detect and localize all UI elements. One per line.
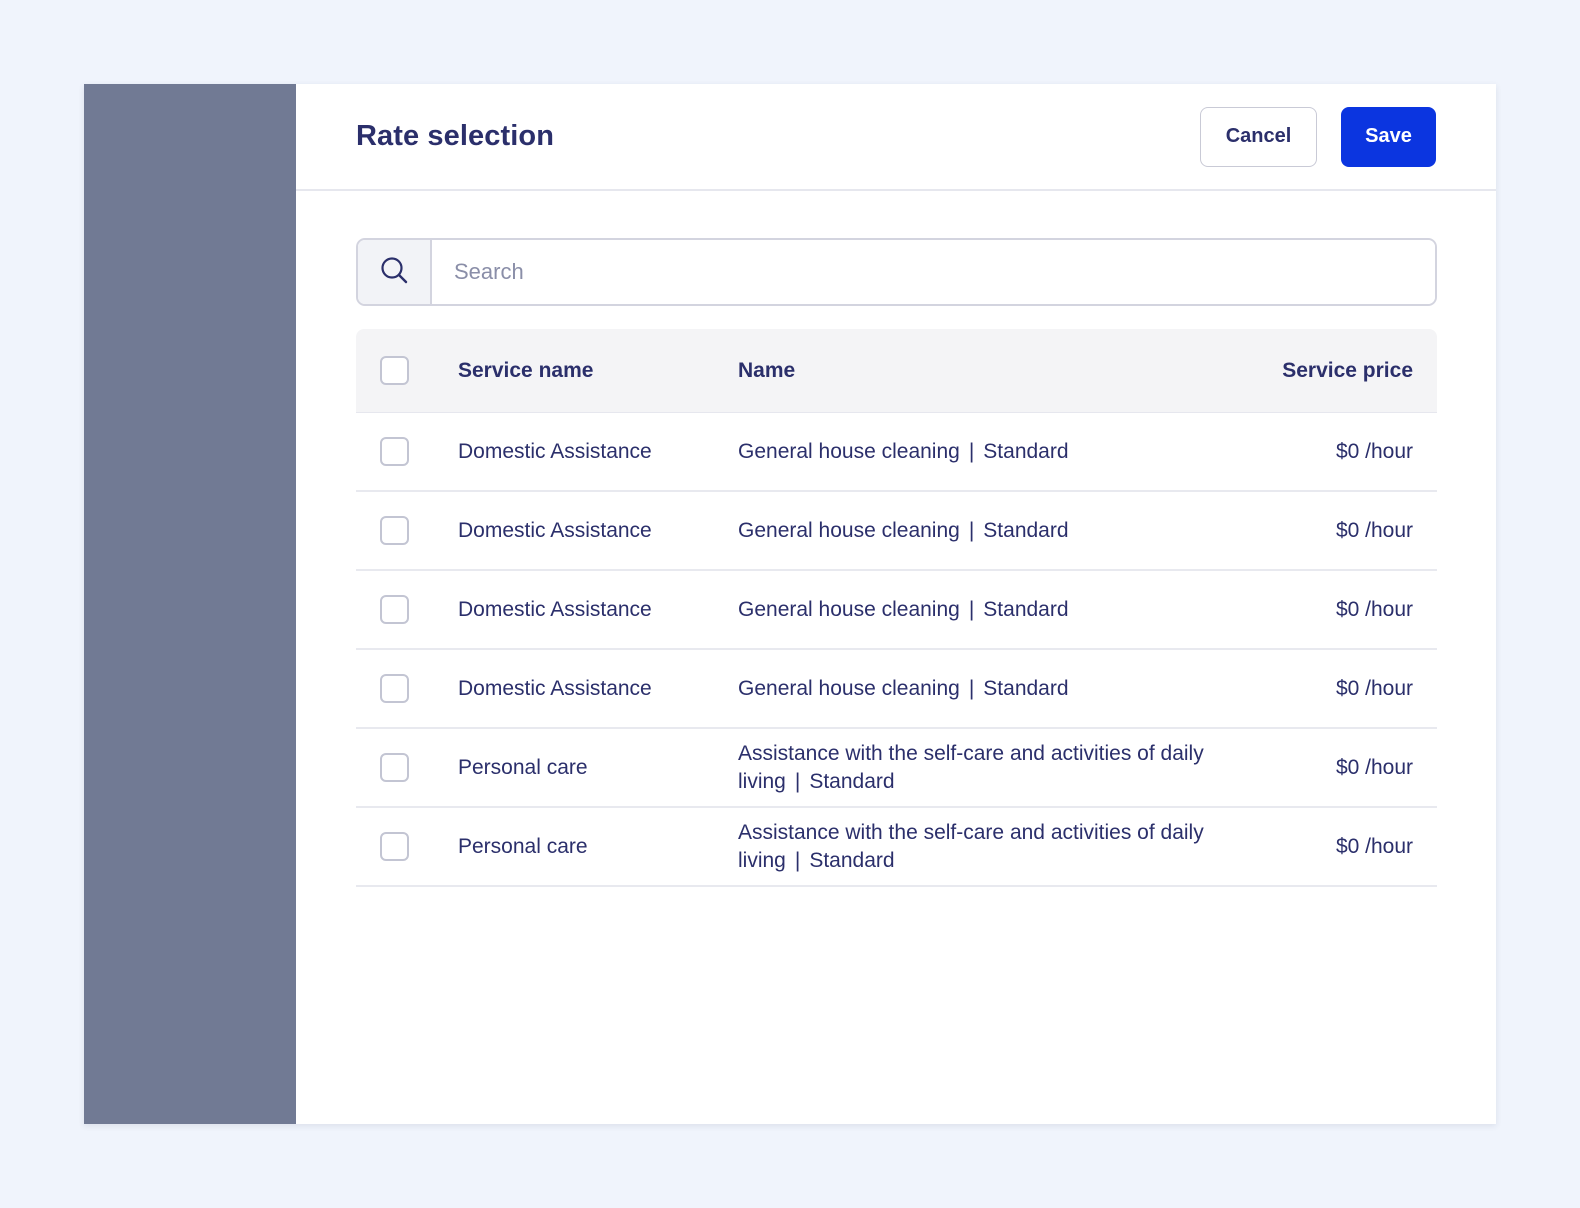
search-icon-box <box>358 240 432 304</box>
name-cell: General house cleaning | Standard <box>738 596 1237 624</box>
save-button[interactable]: Save <box>1341 106 1436 167</box>
name-cell: General house cleaning | Standard <box>738 675 1237 703</box>
service-price-cell: $0 /hour <box>1335 834 1413 858</box>
panel-content: Service name Name Service price Domestic… <box>296 191 1496 887</box>
row-checkbox[interactable] <box>380 674 409 703</box>
modal-frame: Rate selection Cancel Save Search Servic… <box>84 84 1496 1124</box>
name-cell: General house cleaning | Standard <box>738 517 1237 545</box>
column-header-service-price[interactable]: Service price <box>1237 359 1437 383</box>
row-check-cell <box>356 832 458 861</box>
rate-name: Assistance with the self-care and activi… <box>738 820 1204 872</box>
service-price-cell: $0 /hour <box>1335 597 1413 621</box>
service-name-cell: Domestic Assistance <box>458 518 652 542</box>
row-checkbox[interactable] <box>380 753 409 782</box>
search-bar <box>356 238 1437 306</box>
rate-tier: Standard <box>983 676 1069 700</box>
rate-name: General house cleaning <box>738 676 960 700</box>
rate-tier: Standard <box>809 848 895 872</box>
service-name-cell: Domestic Assistance <box>458 597 652 621</box>
row-checkbox[interactable] <box>380 595 409 624</box>
table-header: Service name Name Service price <box>356 329 1437 413</box>
separator: | <box>794 769 801 793</box>
table-body: Domestic Assistance General house cleanin… <box>356 413 1437 887</box>
row-checkbox[interactable] <box>380 516 409 545</box>
table-row[interactable]: Domestic Assistance General house cleanin… <box>356 413 1437 492</box>
row-check-cell <box>356 674 458 703</box>
separator: | <box>968 439 975 463</box>
rate-name: General house cleaning <box>738 518 960 542</box>
service-name-cell: Domestic Assistance <box>458 676 652 700</box>
service-price-cell: $0 /hour <box>1335 439 1413 463</box>
rate-selection-panel: Rate selection Cancel Save Search Servic… <box>296 84 1496 1124</box>
separator: | <box>968 676 975 700</box>
service-price-cell: $0 /hour <box>1335 676 1413 700</box>
row-checkbox[interactable] <box>380 437 409 466</box>
name-cell: General house cleaning | Standard <box>738 438 1237 466</box>
rate-tier: Standard <box>983 439 1069 463</box>
sidebar-backdrop <box>84 84 296 1124</box>
rate-name: General house cleaning <box>738 597 960 621</box>
panel-header: Rate selection Cancel Save <box>296 84 1496 191</box>
header-check-cell <box>356 356 458 385</box>
row-check-cell <box>356 437 458 466</box>
column-header-service-name[interactable]: Service name <box>458 359 738 383</box>
column-header-name[interactable]: Name <box>738 357 1237 385</box>
service-price-cell: $0 /hour <box>1335 755 1413 779</box>
table-row[interactable]: Domestic Assistance General house cleanin… <box>356 492 1437 571</box>
service-name-cell: Personal care <box>458 834 588 858</box>
service-name-cell: Domestic Assistance <box>458 439 652 463</box>
search-icon <box>380 256 408 289</box>
table-row[interactable]: Domestic Assistance General house cleanin… <box>356 650 1437 729</box>
table-row[interactable]: Domestic Assistance General house cleanin… <box>356 571 1437 650</box>
service-name-cell: Personal care <box>458 755 588 779</box>
name-cell: Assistance with the self-care and activi… <box>738 740 1237 796</box>
rate-tier: Standard <box>983 597 1069 621</box>
service-price-cell: $0 /hour <box>1335 518 1413 542</box>
row-check-cell <box>356 516 458 545</box>
separator: | <box>968 597 975 621</box>
separator: | <box>794 848 801 872</box>
separator: | <box>968 518 975 542</box>
rates-table: Service name Name Service price Domestic… <box>356 329 1437 887</box>
name-cell: Assistance with the self-care and activi… <box>738 819 1237 875</box>
rate-name: General house cleaning <box>738 439 960 463</box>
cancel-button[interactable]: Cancel <box>1200 106 1317 167</box>
rate-tier: Standard <box>809 769 895 793</box>
page-title: Rate selection <box>356 120 555 152</box>
row-check-cell <box>356 595 458 624</box>
select-all-checkbox[interactable] <box>380 356 409 385</box>
row-checkbox[interactable] <box>380 832 409 861</box>
search-input[interactable] <box>432 240 1435 304</box>
rate-name: Assistance with the self-care and activi… <box>738 741 1204 793</box>
table-row[interactable]: Personal care Assistance with the self-ca… <box>356 808 1437 887</box>
table-row[interactable]: Personal care Assistance with the self-ca… <box>356 729 1437 808</box>
row-check-cell <box>356 753 458 782</box>
rate-tier: Standard <box>983 518 1069 542</box>
